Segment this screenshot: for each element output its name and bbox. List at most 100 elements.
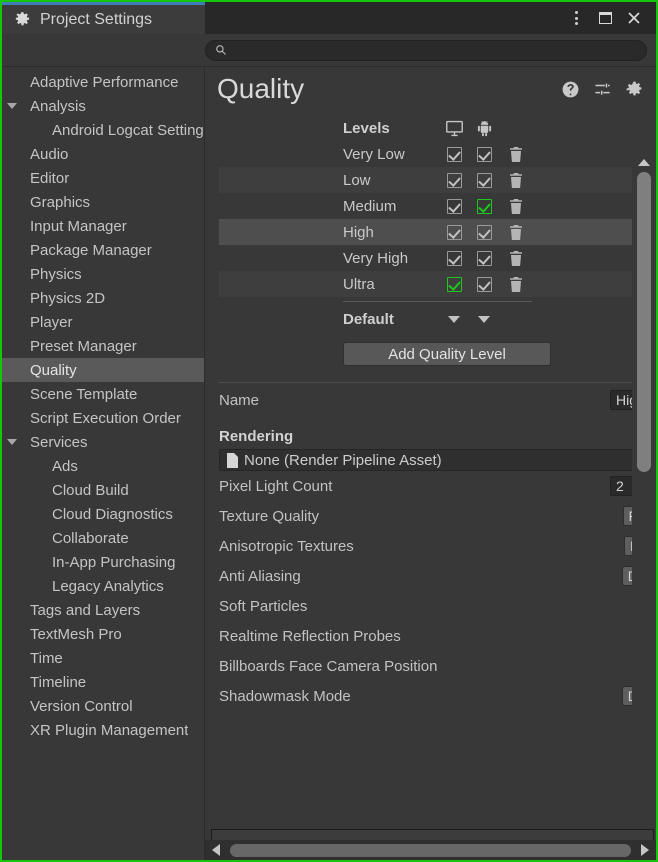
delete-level-cell[interactable]	[499, 199, 533, 214]
sidebar-item-services[interactable]: Services	[2, 430, 204, 454]
android-enabled-cell[interactable]	[469, 173, 499, 188]
disclosure-triangle-icon[interactable]	[2, 103, 22, 109]
quality-level-name: High	[219, 224, 439, 241]
quality-level-name: Very Low	[219, 146, 439, 163]
vertical-scrollbar-thumb[interactable]	[637, 172, 651, 472]
sidebar-item-tags-and-layers[interactable]: Tags and Layers	[2, 598, 204, 622]
more-vertical-icon[interactable]	[563, 5, 589, 31]
android-checkbox[interactable]	[477, 225, 492, 240]
search-bar	[2, 34, 656, 66]
desktop-enabled-cell[interactable]	[439, 277, 469, 292]
delete-level-cell[interactable]	[499, 251, 533, 266]
desktop-checkbox[interactable]	[447, 225, 462, 240]
sidebar-item-analysis[interactable]: Analysis	[2, 94, 204, 118]
trash-icon	[509, 173, 523, 188]
caret-right-icon[interactable]	[641, 844, 649, 856]
sidebar-item-audio[interactable]: Audio	[2, 142, 204, 166]
desktop-enabled-cell[interactable]	[439, 225, 469, 240]
sidebar-item-quality[interactable]: Quality	[2, 358, 204, 382]
maximize-icon[interactable]	[592, 5, 618, 31]
desktop-checkbox[interactable]	[447, 173, 462, 188]
sidebar-item-player[interactable]: Player	[2, 310, 204, 334]
desktop-checkbox[interactable]	[447, 251, 462, 266]
default-android-dropdown[interactable]	[469, 316, 499, 323]
horizontal-scrollbar[interactable]	[205, 840, 656, 860]
sidebar-item-timeline[interactable]: Timeline	[2, 670, 204, 694]
sidebar-item-in-app-purchasing[interactable]: In-App Purchasing	[2, 550, 204, 574]
sidebar-item-preset-manager[interactable]: Preset Manager	[2, 334, 204, 358]
preset-icon[interactable]	[593, 80, 612, 99]
desktop-checkbox[interactable]	[447, 147, 462, 162]
sidebar-item-xr-plugin-management[interactable]: XR Plugin Management	[2, 718, 204, 742]
desktop-checkbox[interactable]	[447, 199, 462, 214]
android-checkbox[interactable]	[477, 147, 492, 162]
android-enabled-cell[interactable]	[469, 147, 499, 162]
android-checkbox[interactable]	[477, 173, 492, 188]
levels-header-row: Levels	[219, 115, 656, 141]
delete-level-cell[interactable]	[499, 173, 533, 188]
sidebar-item-label: Timeline	[22, 674, 86, 691]
title-bar: Project Settings	[2, 2, 656, 34]
android-enabled-cell[interactable]	[469, 199, 499, 214]
vertical-scrollbar[interactable]	[632, 155, 656, 840]
sidebar-item-legacy-analytics[interactable]: Legacy Analytics	[2, 574, 204, 598]
search-input[interactable]	[232, 43, 646, 57]
delete-level-cell[interactable]	[499, 225, 533, 240]
platform-desktop-header[interactable]	[439, 120, 469, 137]
sidebar-item-label: Android Logcat Settings	[22, 122, 204, 139]
sidebar-item-label: Graphics	[22, 194, 90, 211]
android-checkbox[interactable]	[477, 277, 492, 292]
sidebar-item-textmesh-pro[interactable]: TextMesh Pro	[2, 622, 204, 646]
delete-level-cell[interactable]	[499, 277, 533, 292]
close-icon[interactable]	[621, 5, 647, 31]
horizontal-scrollbar-thumb[interactable]	[230, 844, 631, 857]
sidebar-item-script-execution-order[interactable]: Script Execution Order	[2, 406, 204, 430]
sidebar-item-android-logcat-settings[interactable]: Android Logcat Settings	[2, 118, 204, 142]
sidebar-item-editor[interactable]: Editor	[2, 166, 204, 190]
android-checkbox[interactable]	[477, 251, 492, 266]
sidebar-item-label: Ads	[22, 458, 78, 475]
sidebar-item-ads[interactable]: Ads	[2, 454, 204, 478]
android-enabled-cell[interactable]	[469, 225, 499, 240]
gear-icon[interactable]	[625, 80, 644, 99]
sidebar-item-physics[interactable]: Physics	[2, 262, 204, 286]
help-icon[interactable]	[561, 80, 580, 99]
sidebar-item-collaborate[interactable]: Collaborate	[2, 526, 204, 550]
sidebar-item-version-control[interactable]: Version Control	[2, 694, 204, 718]
quality-level-row[interactable]: Medium	[219, 193, 656, 219]
desktop-enabled-cell[interactable]	[439, 147, 469, 162]
android-enabled-cell[interactable]	[469, 277, 499, 292]
desktop-enabled-cell[interactable]	[439, 199, 469, 214]
delete-level-cell[interactable]	[499, 147, 533, 162]
caret-left-icon[interactable]	[212, 844, 220, 856]
sidebar-item-cloud-diagnostics[interactable]: Cloud Diagnostics	[2, 502, 204, 526]
default-desktop-dropdown[interactable]	[439, 316, 469, 323]
sidebar-item-adaptive-performance[interactable]: Adaptive Performance	[2, 70, 204, 94]
android-enabled-cell[interactable]	[469, 251, 499, 266]
quality-level-row[interactable]: High	[219, 219, 656, 245]
shadowmask-mode-label: Shadowmask Mode	[219, 688, 604, 705]
sidebar-item-graphics[interactable]: Graphics	[2, 190, 204, 214]
settings-sidebar[interactable]: Adaptive PerformanceAnalysis Android Logc…	[2, 66, 205, 860]
sidebar-item-package-manager[interactable]: Package Manager	[2, 238, 204, 262]
sidebar-item-cloud-build[interactable]: Cloud Build	[2, 478, 204, 502]
desktop-enabled-cell[interactable]	[439, 173, 469, 188]
desktop-enabled-cell[interactable]	[439, 251, 469, 266]
quality-level-row[interactable]: Very Low	[219, 141, 656, 167]
render-pipeline-asset-field[interactable]: None (Render Pipeline Asset)	[219, 449, 636, 471]
tab-project-settings[interactable]: Project Settings	[2, 2, 205, 34]
caret-up-icon[interactable]	[638, 159, 650, 166]
platform-android-header[interactable]	[469, 119, 499, 137]
sidebar-item-scene-template[interactable]: Scene Template	[2, 382, 204, 406]
quality-level-row[interactable]: Low	[219, 167, 656, 193]
sidebar-item-physics-2d[interactable]: Physics 2D	[2, 286, 204, 310]
quality-level-row[interactable]: Ultra	[219, 271, 656, 297]
disclosure-triangle-icon[interactable]	[2, 439, 22, 445]
desktop-checkbox[interactable]	[447, 277, 462, 292]
android-checkbox[interactable]	[477, 199, 492, 214]
add-quality-level-button[interactable]: Add Quality Level	[343, 342, 551, 366]
sidebar-item-input-manager[interactable]: Input Manager	[2, 214, 204, 238]
search-field[interactable]	[205, 40, 647, 61]
sidebar-item-time[interactable]: Time	[2, 646, 204, 670]
quality-level-row[interactable]: Very High	[219, 245, 656, 271]
